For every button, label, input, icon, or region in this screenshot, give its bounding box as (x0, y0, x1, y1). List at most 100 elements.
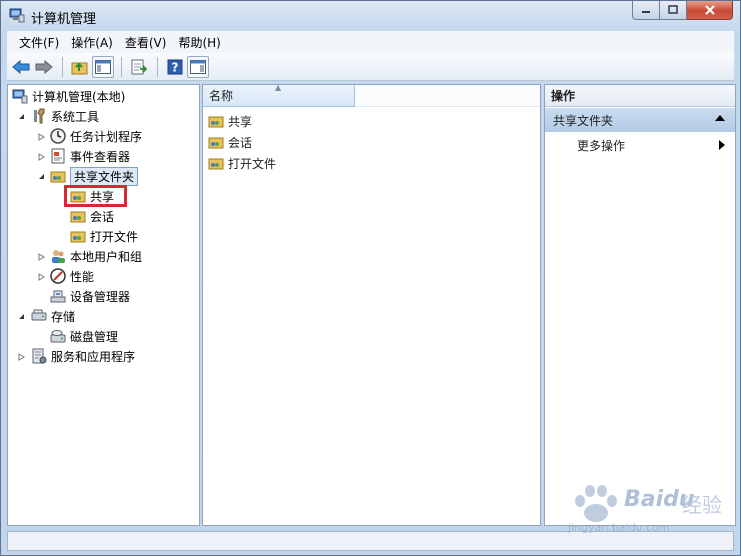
column-header-filler (355, 85, 540, 107)
shared-folder-icon (208, 116, 224, 128)
actions-pane-header: 操作 (545, 85, 735, 107)
maximize-icon (668, 5, 678, 14)
export-list-icon (131, 59, 147, 74)
menu-help[interactable]: 帮助(H) (172, 34, 226, 51)
tree-item-performance[interactable]: 性能 (37, 266, 94, 286)
toolbar-separator (62, 56, 63, 77)
more-actions-item[interactable]: 更多操作 (577, 135, 727, 155)
tree-item-event-viewer[interactable]: 事件查看器 (37, 146, 130, 166)
more-actions-label: 更多操作 (577, 138, 626, 153)
close-button[interactable] (687, 1, 733, 20)
minimize-button[interactable] (632, 1, 660, 20)
menu-action[interactable]: 操作(A) (65, 34, 119, 51)
tree-item-device-manager[interactable]: 设备管理器 (50, 286, 130, 306)
disk-management-icon (50, 330, 66, 343)
menu-file[interactable]: 文件(F) (13, 34, 65, 51)
system-tools-icon (34, 108, 45, 124)
tree-label: 服务和应用程序 (51, 349, 136, 364)
column-header-name[interactable]: ▲ 名称 (203, 83, 355, 107)
window-title: 计算机管理 (31, 12, 97, 27)
tree-item-open-files[interactable]: 打开文件 (70, 226, 138, 246)
shared-folder-icon (208, 158, 224, 170)
shared-folder-icon (70, 231, 86, 243)
export-list-button[interactable] (128, 56, 150, 78)
svg-text:?: ? (172, 60, 179, 74)
status-bar (7, 531, 734, 551)
services-icon (32, 348, 47, 364)
list-item[interactable]: 共享 (208, 111, 252, 131)
tree-item-computer-management[interactable]: 计算机管理(本地) (12, 86, 125, 106)
tree-label: 打开文件 (90, 229, 139, 244)
collapsed-arrow-icon[interactable] (37, 132, 46, 141)
result-list-pane: ▲ 名称 共享 会话 打开文件 (202, 83, 541, 526)
shared-folder-icon (70, 211, 86, 223)
actions-pane: 操作 共享文件夹 更多操作 (544, 84, 736, 526)
highlight-annotation-box (64, 185, 127, 207)
list-item-label: 打开文件 (228, 156, 277, 171)
shared-folder-icon (50, 171, 66, 183)
tree-label: 共享文件夹 (70, 166, 139, 186)
actions-section-shared-folders[interactable]: 共享文件夹 (545, 108, 735, 132)
maximize-button[interactable] (660, 1, 687, 20)
submenu-arrow-icon (719, 140, 725, 150)
tree-label: 事件查看器 (70, 149, 131, 164)
title-bar: 计算机管理 (1, 1, 740, 31)
tree-label: 计算机管理(本地) (32, 89, 126, 104)
shared-folder-icon (208, 137, 224, 149)
collapsed-arrow-icon[interactable] (37, 272, 46, 281)
collapse-up-icon[interactable] (715, 115, 725, 121)
help-icon: ? (167, 59, 183, 74)
collapsed-arrow-icon[interactable] (37, 252, 46, 261)
toolbar-separator (157, 56, 158, 77)
help-button[interactable]: ? (164, 56, 186, 78)
menu-bar: 文件(F) 操作(A) 查看(V) 帮助(H) (7, 31, 734, 53)
back-button[interactable] (10, 56, 32, 78)
tree-label: 会话 (90, 209, 115, 224)
expanded-arrow-icon[interactable] (17, 112, 26, 121)
show-hide-action-pane-button[interactable] (187, 55, 209, 78)
folder-up-icon (71, 62, 88, 74)
back-arrow-icon (12, 59, 30, 74)
column-header-label: 名称 (209, 89, 234, 103)
clock-icon (50, 128, 66, 144)
menu-view[interactable]: 查看(V) (119, 34, 173, 51)
forward-arrow-icon (35, 59, 53, 74)
tree-item-system-tools[interactable]: 系统工具 (17, 106, 99, 126)
tree-item-sessions[interactable]: 会话 (70, 206, 114, 226)
close-icon (704, 5, 715, 15)
tree-label: 性能 (70, 269, 95, 284)
window-controls (632, 1, 733, 21)
storage-icon (31, 309, 47, 321)
computer-management-icon (9, 8, 25, 23)
list-item-label: 共享 (228, 114, 253, 129)
actions-section-label: 共享文件夹 (553, 113, 614, 128)
console-tree-pane: 计算机管理(本地) 系统工具 任务计划程序 事件查看器 共享文件夹 共享 会话 … (7, 84, 200, 526)
tree-label: 任务计划程序 (70, 129, 143, 144)
computer-management-icon (12, 89, 28, 104)
tree-label: 设备管理器 (70, 289, 131, 304)
list-item[interactable]: 打开文件 (208, 153, 276, 173)
show-hide-console-tree-button[interactable] (92, 55, 114, 78)
collapsed-arrow-icon[interactable] (37, 152, 46, 161)
action-pane-icon (190, 59, 206, 74)
forward-button[interactable] (33, 56, 55, 78)
up-one-level-button[interactable] (69, 56, 91, 78)
expanded-arrow-icon[interactable] (17, 312, 26, 321)
tree-label: 本地用户和组 (70, 249, 143, 264)
tree-item-shared-folders[interactable]: 共享文件夹 (37, 166, 139, 186)
sort-ascending-icon: ▲ (275, 83, 282, 92)
tree-item-local-users-groups[interactable]: 本地用户和组 (37, 246, 142, 266)
tree-label: 系统工具 (51, 109, 100, 124)
tree-item-storage[interactable]: 存储 (17, 306, 75, 326)
expanded-arrow-icon[interactable] (37, 172, 46, 181)
tree-item-disk-management[interactable]: 磁盘管理 (50, 326, 118, 346)
tree-item-task-scheduler[interactable]: 任务计划程序 (37, 126, 142, 146)
list-item[interactable]: 会话 (208, 132, 252, 152)
list-item-label: 会话 (228, 135, 253, 150)
event-viewer-icon (51, 148, 65, 164)
tree-item-services-applications[interactable]: 服务和应用程序 (17, 346, 135, 366)
collapsed-arrow-icon[interactable] (17, 352, 26, 361)
toolbar-separator (121, 56, 122, 77)
toolbar: ? (7, 53, 734, 81)
users-icon (52, 250, 65, 263)
